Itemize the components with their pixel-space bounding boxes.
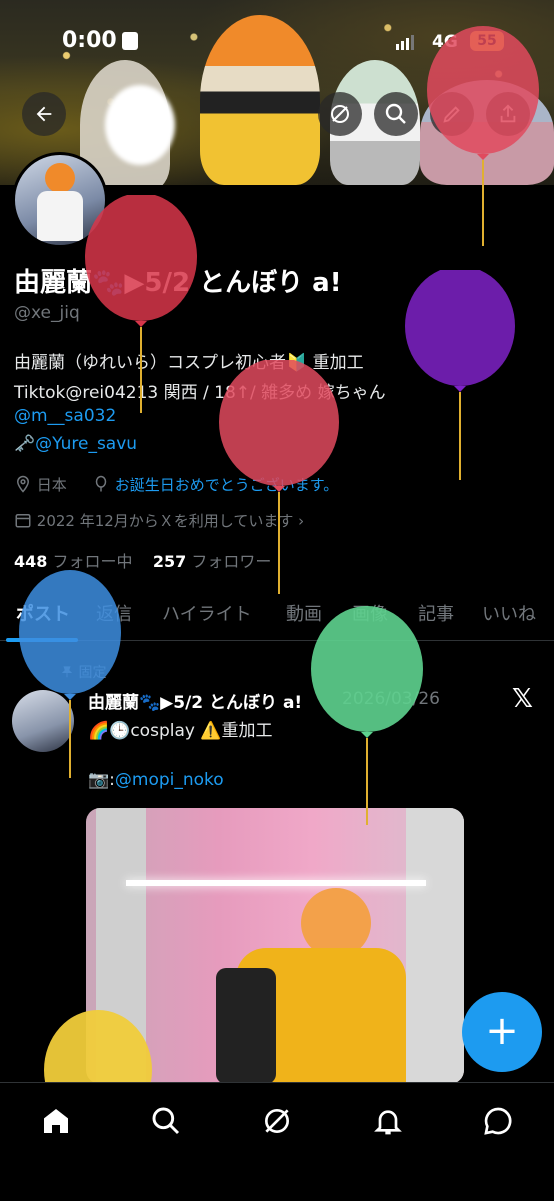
balloon-purple <box>405 270 515 480</box>
balloon-red-left <box>85 195 197 413</box>
grok-button[interactable] <box>318 92 362 136</box>
followers-count: 257 <box>152 552 187 571</box>
bottom-navigation <box>0 1082 554 1201</box>
following-count: 448 <box>14 552 48 571</box>
following-link[interactable]: 448 フォロー中 <box>14 552 133 571</box>
grok-nav-icon[interactable] <box>261 1105 293 1137</box>
home-icon[interactable] <box>40 1105 72 1137</box>
bio-line-4: 🗝️@Yure_savu <box>14 434 137 454</box>
following-label: フォロー中 <box>52 552 133 571</box>
location-icon <box>16 475 30 493</box>
search-button[interactable] <box>374 92 418 136</box>
signal-icon <box>396 34 416 54</box>
bell-icon[interactable] <box>372 1105 404 1137</box>
tab-highlights[interactable]: ハイライト <box>162 600 252 626</box>
location-text: 日本 <box>36 476 67 494</box>
search-nav-icon[interactable] <box>150 1105 182 1137</box>
status-time: 0:00 <box>62 28 117 53</box>
tab-likes[interactable]: いいね <box>482 600 536 626</box>
profile-handle: @xe_jiq <box>14 303 80 323</box>
balloon-blue <box>19 570 121 778</box>
messages-icon[interactable] <box>482 1105 514 1137</box>
back-button[interactable] <box>22 92 66 136</box>
compose-button[interactable]: + <box>462 992 542 1072</box>
focus-icon <box>122 32 138 50</box>
key-emoji: 🗝️ <box>14 434 36 454</box>
search-icon <box>385 103 406 124</box>
balloon-icon <box>95 475 107 492</box>
back-arrow-icon <box>36 106 52 122</box>
balloon-green <box>311 606 423 825</box>
balloon-red-middle <box>219 360 339 594</box>
balloon-red-top <box>427 26 539 246</box>
bio-link-2[interactable]: @Yure_savu <box>35 434 137 454</box>
x-logo-icon: 𝕏 <box>512 684 533 714</box>
location-row: 日本 <box>14 474 67 495</box>
grok-icon <box>331 105 349 123</box>
credit-link[interactable]: @mopi_noko <box>115 770 224 790</box>
balloon-yellow <box>44 1010 152 1088</box>
calendar-icon <box>15 514 31 528</box>
